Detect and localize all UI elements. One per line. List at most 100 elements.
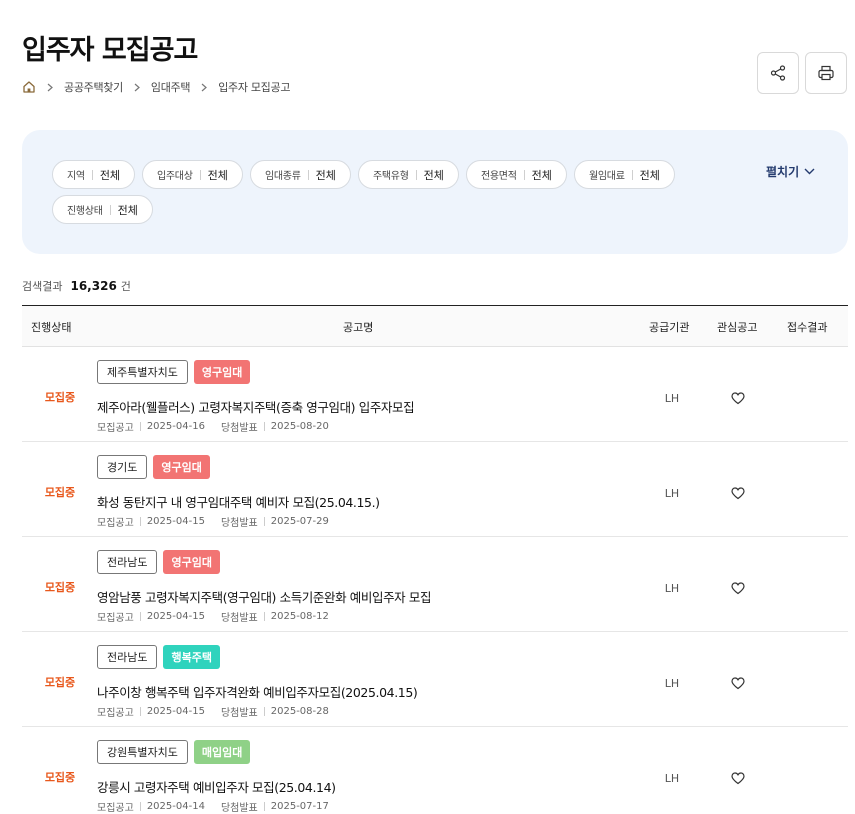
filter-chip-rental-kind[interactable]: 임대종류 전체 <box>250 160 351 189</box>
notice-title-link[interactable]: 강릉시 고령자주택 예비입주자 모집(25.04.14) <box>97 777 336 796</box>
notice-date: 2025-04-16 <box>146 421 205 432</box>
divider <box>307 169 309 180</box>
expand-filters-button[interactable]: 펼치기 <box>766 163 815 180</box>
breadcrumb-item[interactable]: 공공주택찾기 <box>64 79 123 95</box>
divider <box>263 802 265 811</box>
share-button[interactable] <box>757 52 799 94</box>
announce-date-label: 당첨발표 <box>220 803 258 814</box>
supplier-org: LH <box>664 772 680 785</box>
breadcrumb: 공공주택찾기 임대주택 입주자 모집공고 <box>22 78 290 96</box>
supplier-org: LH <box>664 677 680 690</box>
status-label: 모집중 <box>44 486 76 499</box>
header-title: 공고명 <box>343 321 374 334</box>
filter-chip-value: 전체 <box>423 168 444 182</box>
header-interest: 관심공고 <box>717 321 758 334</box>
notice-title-link[interactable]: 제주아라(웰플러스) 고령자복지주택(증축 영구임대) 입주자모집 <box>97 397 415 416</box>
rental-type-tag: 행복주택 <box>163 645 220 669</box>
breadcrumb-item[interactable]: 임대주택 <box>151 79 191 95</box>
divider <box>631 169 633 180</box>
breadcrumb-item[interactable]: 입주자 모집공고 <box>218 79 290 95</box>
result-count-value: 16,326 <box>70 279 117 293</box>
heart-icon[interactable] <box>731 392 747 408</box>
notice-meta: 모집공고 2025-04-15 당첨발표 2025-08-12 <box>97 609 329 624</box>
header-result: 접수결과 <box>787 321 828 334</box>
home-icon[interactable] <box>22 80 36 94</box>
notice-title-link[interactable]: 나주이창 행복주택 입주자격완화 예비입주자모집(2025.04.15) <box>97 682 418 701</box>
table-row[interactable]: 모집중 전라남도 영구임대 영암남풍 고령자복지주택(영구임대) 소득기준완화 … <box>22 537 848 632</box>
announce-date-label: 당첨발표 <box>220 423 258 434</box>
filter-chip-area[interactable]: 전용면적 전체 <box>466 160 567 189</box>
result-count: 검색결과 16,326 건 <box>22 278 131 294</box>
filter-chip-housing-type[interactable]: 주택유형 전체 <box>358 160 459 189</box>
header-org: 공급기관 <box>649 321 690 334</box>
tag-group: 전라남도 영구임대 <box>97 550 220 574</box>
filter-chip-value: 전체 <box>207 168 228 182</box>
filter-chip-monthly-rent[interactable]: 월임대료 전체 <box>574 160 675 189</box>
filter-chip-value: 전체 <box>315 168 336 182</box>
divider <box>415 169 417 180</box>
divider <box>523 169 525 180</box>
notice-meta: 모집공고 2025-04-16 당첨발표 2025-08-20 <box>97 419 329 434</box>
rental-type-tag: 매입임대 <box>193 740 251 764</box>
region-tag: 전라남도 <box>97 645 158 669</box>
notice-date-label: 모집공고 <box>97 613 134 624</box>
supplier-org: LH <box>664 392 680 405</box>
print-icon <box>817 64 835 82</box>
filter-chip-status[interactable]: 진행상태 전체 <box>52 195 153 224</box>
print-button[interactable] <box>805 52 847 94</box>
result-count-unit: 건 <box>120 280 131 293</box>
filter-chip-target[interactable]: 입주대상 전체 <box>142 160 243 189</box>
filter-chip-label: 전용면적 <box>481 171 517 182</box>
notice-meta: 모집공고 2025-04-15 당첨발표 2025-08-28 <box>97 704 329 719</box>
heart-icon[interactable] <box>731 677 747 693</box>
table-row[interactable]: 모집중 전라남도 행복주택 나주이창 행복주택 입주자격완화 예비입주자모집(2… <box>22 632 848 727</box>
tag-group: 강원특별자치도 매입임대 <box>97 740 251 764</box>
notice-date: 2025-04-14 <box>146 801 205 812</box>
announce-date: 2025-07-17 <box>270 801 329 812</box>
heart-icon[interactable] <box>731 487 747 503</box>
table-row[interactable]: 모집중 제주특별자치도 영구임대 제주아라(웰플러스) 고령자복지주택(증축 영… <box>22 347 848 442</box>
rental-type-tag: 영구임대 <box>153 455 210 479</box>
divider <box>263 517 265 526</box>
heart-icon[interactable] <box>731 582 747 598</box>
status-label: 모집중 <box>44 391 76 404</box>
filter-chip-region[interactable]: 지역 전체 <box>52 160 136 189</box>
chevron-right-icon <box>134 83 140 92</box>
divider <box>139 612 141 621</box>
supplier-org: LH <box>664 582 680 595</box>
filter-chip-value: 전체 <box>99 168 121 182</box>
rental-type-tag: 영구임대 <box>193 360 251 384</box>
filter-chip-value: 전체 <box>117 203 138 217</box>
notice-table: 진행상태 공고명 공급기관 관심공고 접수결과 모집중 제주특별자치도 영구임대… <box>22 305 848 814</box>
status-label: 모집중 <box>44 676 76 689</box>
announce-date: 2025-08-12 <box>270 611 329 622</box>
expand-label: 펼치기 <box>766 165 800 179</box>
region-tag: 경기도 <box>97 455 148 479</box>
divider <box>91 169 93 180</box>
notice-title-link[interactable]: 화성 동탄지구 내 영구임대주택 예비자 모집(25.04.15.) <box>97 492 380 511</box>
announce-date: 2025-07-29 <box>270 516 329 527</box>
notice-date-label: 모집공고 <box>97 518 134 529</box>
heart-icon[interactable] <box>731 772 747 788</box>
result-count-label: 검색결과 <box>22 280 63 293</box>
supplier-org: LH <box>664 487 680 500</box>
filter-chip-label: 입주대상 <box>157 171 193 182</box>
notice-title-link[interactable]: 영암남풍 고령자복지주택(영구임대) 소득기준완화 예비입주자 모집 <box>97 587 431 606</box>
region-tag: 전라남도 <box>97 550 158 574</box>
divider <box>109 204 111 215</box>
status-label: 모집중 <box>44 771 76 784</box>
divider <box>139 517 141 526</box>
header-status: 진행상태 <box>31 321 72 334</box>
filter-chip-label: 월임대료 <box>589 171 625 182</box>
region-tag: 강원특별자치도 <box>97 740 188 764</box>
chevron-right-icon <box>201 83 208 92</box>
notice-date: 2025-04-15 <box>146 516 205 527</box>
announce-date: 2025-08-20 <box>270 421 329 432</box>
tag-group: 경기도 영구임대 <box>97 455 210 479</box>
table-row[interactable]: 모집중 강원특별자치도 매입임대 강릉시 고령자주택 예비입주자 모집(25.0… <box>22 727 848 814</box>
divider <box>139 802 141 811</box>
notice-date-label: 모집공고 <box>97 423 134 434</box>
table-row[interactable]: 모집중 경기도 영구임대 화성 동탄지구 내 영구임대주택 예비자 모집(25.… <box>22 442 848 537</box>
tag-group: 제주특별자치도 영구임대 <box>97 360 251 384</box>
page-title: 입주자 모집공고 <box>22 35 198 66</box>
